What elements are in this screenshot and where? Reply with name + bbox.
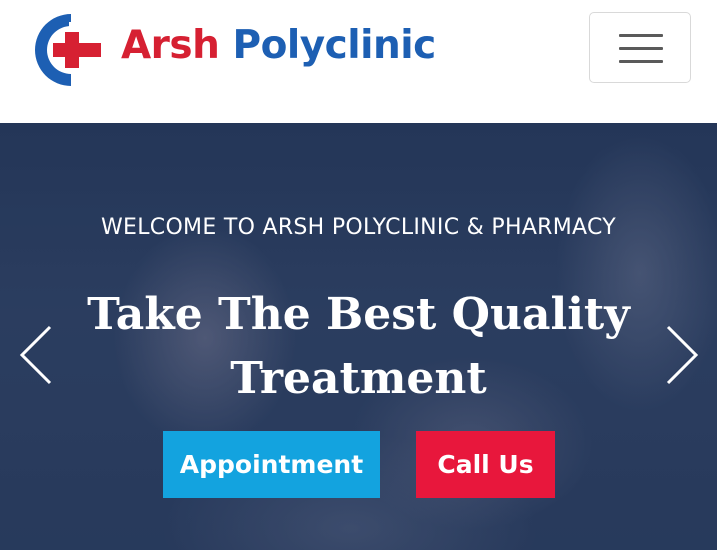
chevron-left-icon bbox=[19, 325, 52, 385]
hamburger-menu-icon-bar bbox=[619, 47, 663, 50]
site-header: Arsh Polyclinic bbox=[0, 0, 717, 123]
hamburger-menu-icon-bar bbox=[619, 60, 663, 63]
brand-name[interactable]: Arsh Polyclinic bbox=[121, 18, 436, 74]
call-us-button[interactable]: Call Us bbox=[416, 431, 555, 498]
appointment-button[interactable]: Appointment bbox=[163, 431, 380, 498]
medical-cross-logo-icon[interactable] bbox=[31, 10, 103, 90]
hero-carousel: WELCOME TO ARSH POLYCLINIC & PHARMACY Ta… bbox=[0, 123, 717, 550]
chevron-right-icon bbox=[666, 325, 699, 385]
carousel-prev-button[interactable] bbox=[16, 323, 56, 387]
hero-welcome-text: WELCOME TO ARSH POLYCLINIC & PHARMACY bbox=[100, 215, 617, 240]
hero-headline-line1: Take The Best Quality bbox=[87, 289, 630, 340]
brand-name-part2: Polyclinic bbox=[232, 23, 436, 68]
hamburger-menu-icon bbox=[619, 34, 663, 37]
hamburger-menu-button[interactable] bbox=[589, 12, 691, 83]
carousel-next-button[interactable] bbox=[662, 323, 702, 387]
hero-headline-line2: Treatment bbox=[230, 353, 487, 404]
brand-name-part1: Arsh bbox=[121, 23, 220, 68]
hero-headline: Take The Best Quality Treatment bbox=[80, 283, 637, 411]
